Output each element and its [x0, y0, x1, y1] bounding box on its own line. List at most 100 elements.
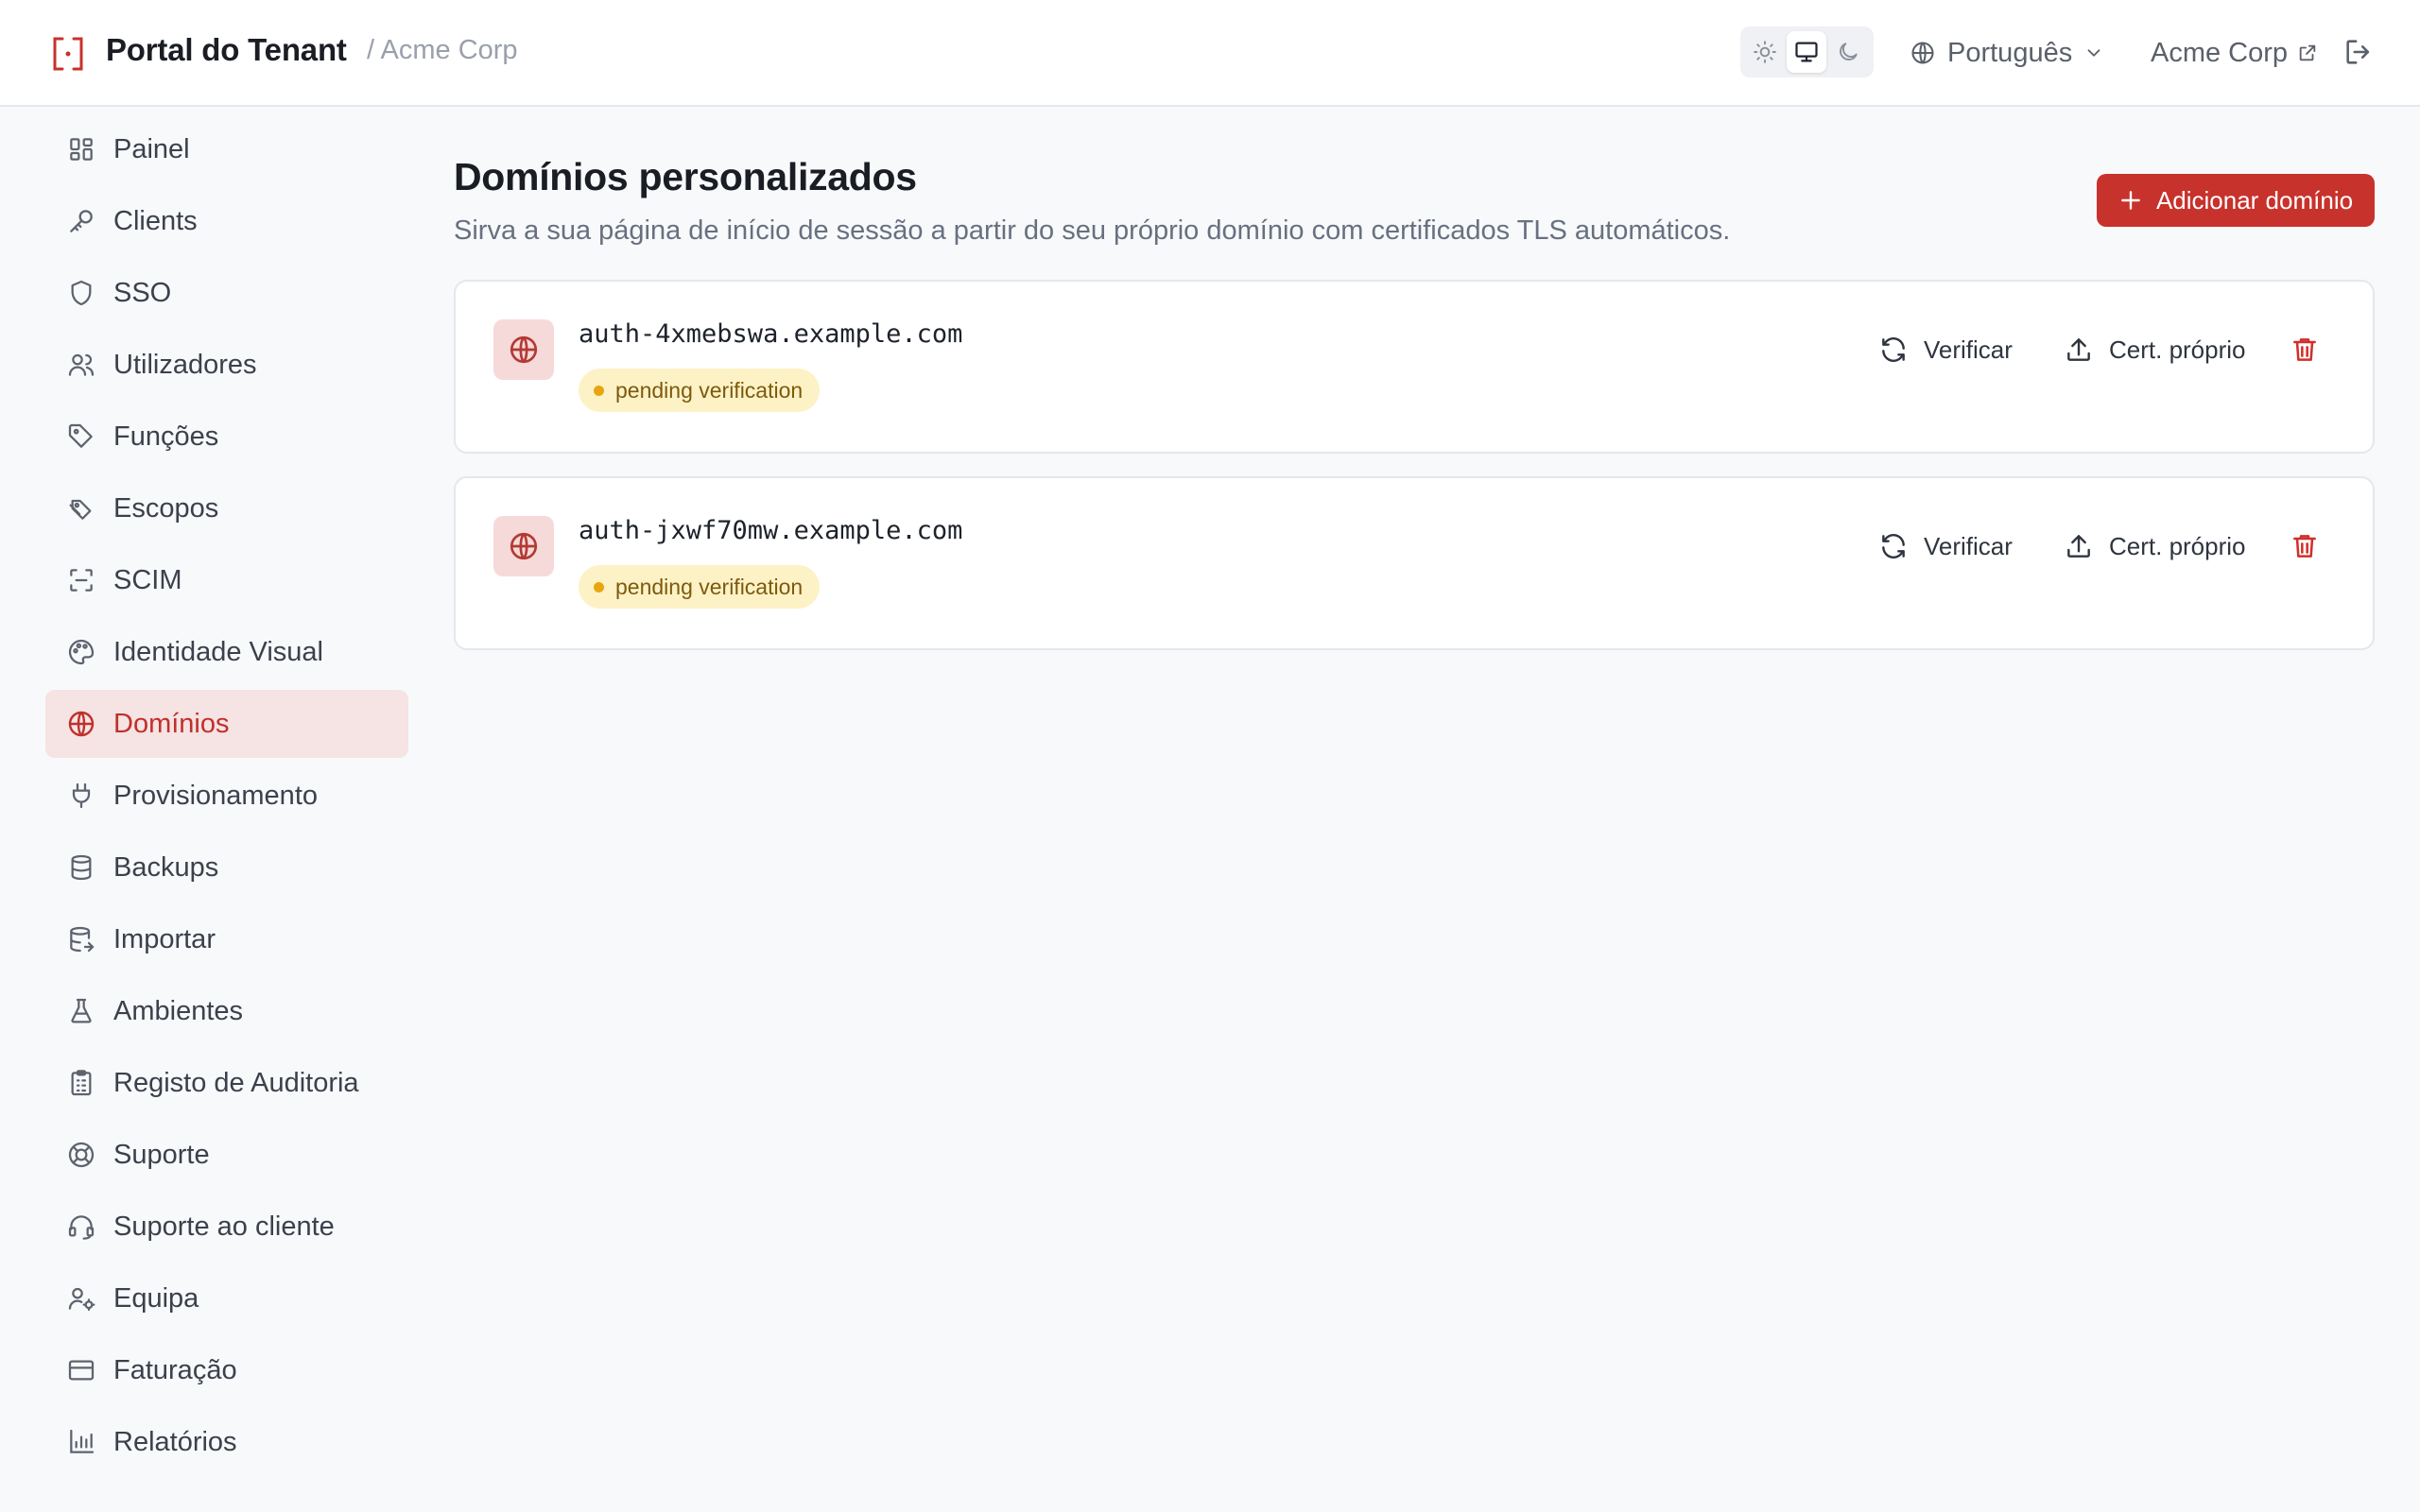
database-import-icon: [70, 926, 95, 953]
logout-icon: [2346, 40, 2370, 64]
upload-icon: [2067, 535, 2090, 558]
sidebar-item-equipa[interactable]: Equipa: [45, 1264, 408, 1332]
sidebar-item-label: Relatórios: [113, 1426, 237, 1457]
shield-icon: [71, 280, 92, 306]
app-title: Portal do Tenant: [106, 32, 347, 67]
sidebar-item-label: SCIM: [113, 564, 182, 595]
language-selector[interactable]: Português: [1910, 33, 2104, 73]
sidebar-item-clients[interactable]: Clients: [45, 187, 408, 255]
domain-card: auth-4xmebswa.example.com pending verifi…: [454, 280, 2375, 454]
sidebar-item-label: Suporte ao cliente: [113, 1211, 335, 1242]
globe-icon: [1911, 42, 1934, 64]
external-link-icon: [2299, 44, 2316, 61]
globe-icon: [510, 532, 538, 560]
page-subtitle: Sirva a sua página de início de sessão a…: [454, 215, 1731, 246]
delete-domain-button[interactable]: [2290, 329, 2320, 370]
status-badge: pending verification: [579, 369, 821, 412]
sidebar-item-suporte[interactable]: Suporte: [45, 1121, 408, 1189]
status-badge: pending verification: [579, 565, 821, 609]
tag-icon: [68, 423, 93, 448]
palette-icon: [68, 639, 95, 665]
verify-button[interactable]: Verificar: [1878, 329, 2013, 370]
add-domain-button[interactable]: Adicionar domínio: [2097, 174, 2375, 227]
trash-icon: [2293, 338, 2316, 361]
theme-system-button[interactable]: [1787, 31, 1826, 73]
sidebar-item-painel[interactable]: Painel: [45, 115, 408, 183]
sidebar-item-label: Domínios: [113, 708, 230, 739]
theme-dark-button[interactable]: [1828, 31, 1868, 73]
verify-button[interactable]: Verificar: [1878, 525, 2013, 567]
sidebar-nav: Painel Clients SSO Utilizadores Funções …: [45, 115, 408, 1480]
language-label: Português: [1947, 37, 2073, 68]
sidebar-item-suporte-ao-cliente[interactable]: Suporte ao cliente: [45, 1193, 408, 1261]
tenant-external-link[interactable]: Acme Corp: [2151, 33, 2318, 73]
theme-toggle: [1740, 26, 1874, 77]
sidebar-item-label: Suporte: [113, 1139, 210, 1170]
verify-label: Verificar: [1924, 335, 2013, 364]
sidebar-item-provisionamento[interactable]: Provisionamento: [45, 762, 408, 830]
logout-button[interactable]: [2342, 36, 2375, 68]
sidebar-item-faturacao[interactable]: Faturação: [45, 1336, 408, 1404]
sidebar-item-registo-de-auditoria[interactable]: Registo de Auditoria: [45, 1049, 408, 1117]
plus-icon: [2121, 191, 2140, 210]
sidebar-item-dominios[interactable]: Domínios: [45, 690, 408, 758]
clipboard-icon: [71, 1070, 92, 1096]
scan-icon: [70, 569, 93, 592]
sidebar-item-label: Registo de Auditoria: [113, 1067, 359, 1098]
delete-domain-button[interactable]: [2290, 525, 2320, 567]
globe-icon: [510, 335, 538, 364]
add-domain-label: Adicionar domínio: [2155, 185, 2354, 215]
domain-icon-box: [493, 516, 554, 576]
sidebar-item-label: Backups: [113, 851, 219, 883]
sidebar-item-label: SSO: [113, 277, 172, 308]
tenant-name: Acme Corp: [2151, 37, 2289, 68]
status-label: pending verification: [615, 574, 804, 599]
sidebar-item-utilizadores[interactable]: Utilizadores: [45, 331, 408, 399]
domain-card: auth-jxwf70mw.example.com pending verifi…: [454, 476, 2375, 650]
credit-card-icon: [68, 1360, 95, 1381]
sidebar-item-label: Identidade Visual: [113, 636, 323, 667]
sidebar-item-label: Painel: [113, 133, 190, 164]
lifebuoy-icon: [68, 1142, 95, 1168]
database-icon: [71, 854, 92, 881]
sidebar-item-label: Clients: [113, 205, 198, 236]
domain-icon-box: [493, 319, 554, 380]
moon-icon: [1840, 43, 1858, 60]
sidebar-item-scim[interactable]: SCIM: [45, 546, 408, 614]
sun-icon: [1754, 41, 1776, 63]
upload-cert-button[interactable]: Cert. próprio: [2064, 525, 2246, 567]
breadcrumb: / Acme Corp: [367, 35, 518, 65]
headset-icon: [68, 1215, 95, 1240]
sidebar-item-backups[interactable]: Backups: [45, 833, 408, 902]
status-dot: [594, 385, 604, 396]
sidebar-item-funcoes[interactable]: Funções: [45, 403, 408, 471]
sidebar-item-label: Provisionamento: [113, 780, 318, 811]
monitor-icon: [1795, 42, 1818, 62]
sidebar-item-label: Equipa: [113, 1282, 199, 1314]
theme-light-button[interactable]: [1745, 31, 1785, 73]
upload-cert-button[interactable]: Cert. próprio: [2064, 329, 2246, 370]
users-icon: [68, 353, 95, 376]
refresh-icon: [1882, 534, 1905, 558]
bar-chart-icon: [70, 1429, 95, 1453]
status-label: pending verification: [615, 377, 804, 403]
sidebar-item-sso[interactable]: SSO: [45, 259, 408, 327]
sidebar-item-label: Faturação: [113, 1354, 237, 1385]
sidebar-item-label: Utilizadores: [113, 349, 257, 380]
domain-hostname: auth-4xmebswa.example.com: [579, 319, 963, 349]
trash-icon: [2293, 535, 2316, 558]
tags-icon: [69, 499, 92, 520]
sidebar-item-ambientes[interactable]: Ambientes: [45, 977, 408, 1045]
sidebar-item-label: Importar: [113, 923, 216, 954]
sidebar-item-label: Ambientes: [113, 995, 244, 1026]
top-header: Portal do Tenant / Acme Corp Português A…: [0, 0, 2420, 107]
verify-label: Verificar: [1924, 531, 2013, 560]
domain-hostname: auth-jxwf70mw.example.com: [579, 516, 963, 545]
sidebar-item-escopos[interactable]: Escopos: [45, 474, 408, 542]
sidebar-item-relatorios[interactable]: Relatórios: [45, 1408, 408, 1476]
sidebar-item-label: Funções: [113, 421, 219, 452]
sidebar-item-label: Escopos: [113, 492, 219, 524]
sidebar-item-importar[interactable]: Importar: [45, 905, 408, 973]
globe-icon: [68, 711, 95, 737]
sidebar-item-identidade-visual[interactable]: Identidade Visual: [45, 618, 408, 686]
